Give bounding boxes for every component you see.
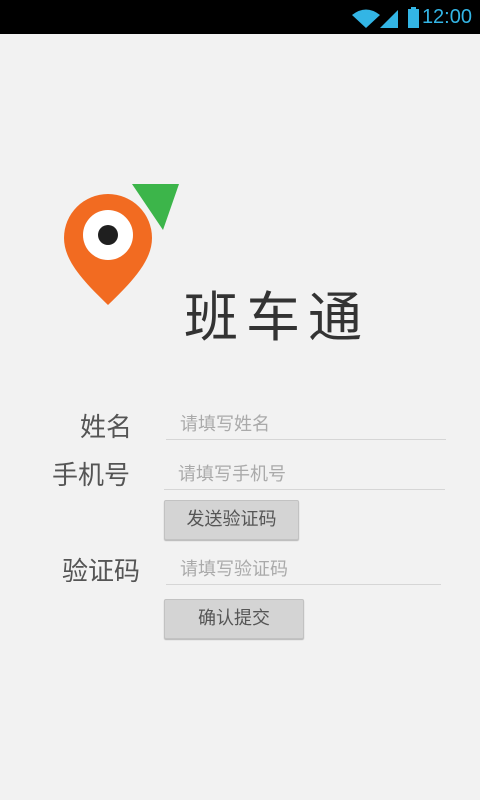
logo-svg [64, 184, 179, 305]
status-icons [352, 6, 422, 34]
submit-button[interactable]: 确认提交 [164, 599, 304, 639]
app-logo [62, 184, 182, 310]
code-label: 验证码 [62, 557, 141, 587]
name-input[interactable] [166, 410, 446, 440]
location-pin-icon [64, 194, 152, 305]
name-label: 姓名 [80, 413, 133, 443]
code-input[interactable] [166, 555, 441, 585]
battery-icon [408, 7, 419, 28]
phone-input[interactable] [164, 460, 445, 490]
status-svg [352, 7, 419, 28]
wifi-icon [352, 9, 380, 28]
send-code-button[interactable]: 发送验证码 [164, 500, 299, 540]
clock: 12:00 [421, 6, 472, 28]
phone-label: 手机号 [52, 461, 131, 491]
status-bar: 12:00 [0, 0, 480, 34]
signal-icon [380, 10, 398, 28]
app-title: 班车通 [184, 286, 370, 349]
login-screen: 班车通 姓名 手机号 发送验证码 验证码 确认提交 [0, 34, 480, 800]
